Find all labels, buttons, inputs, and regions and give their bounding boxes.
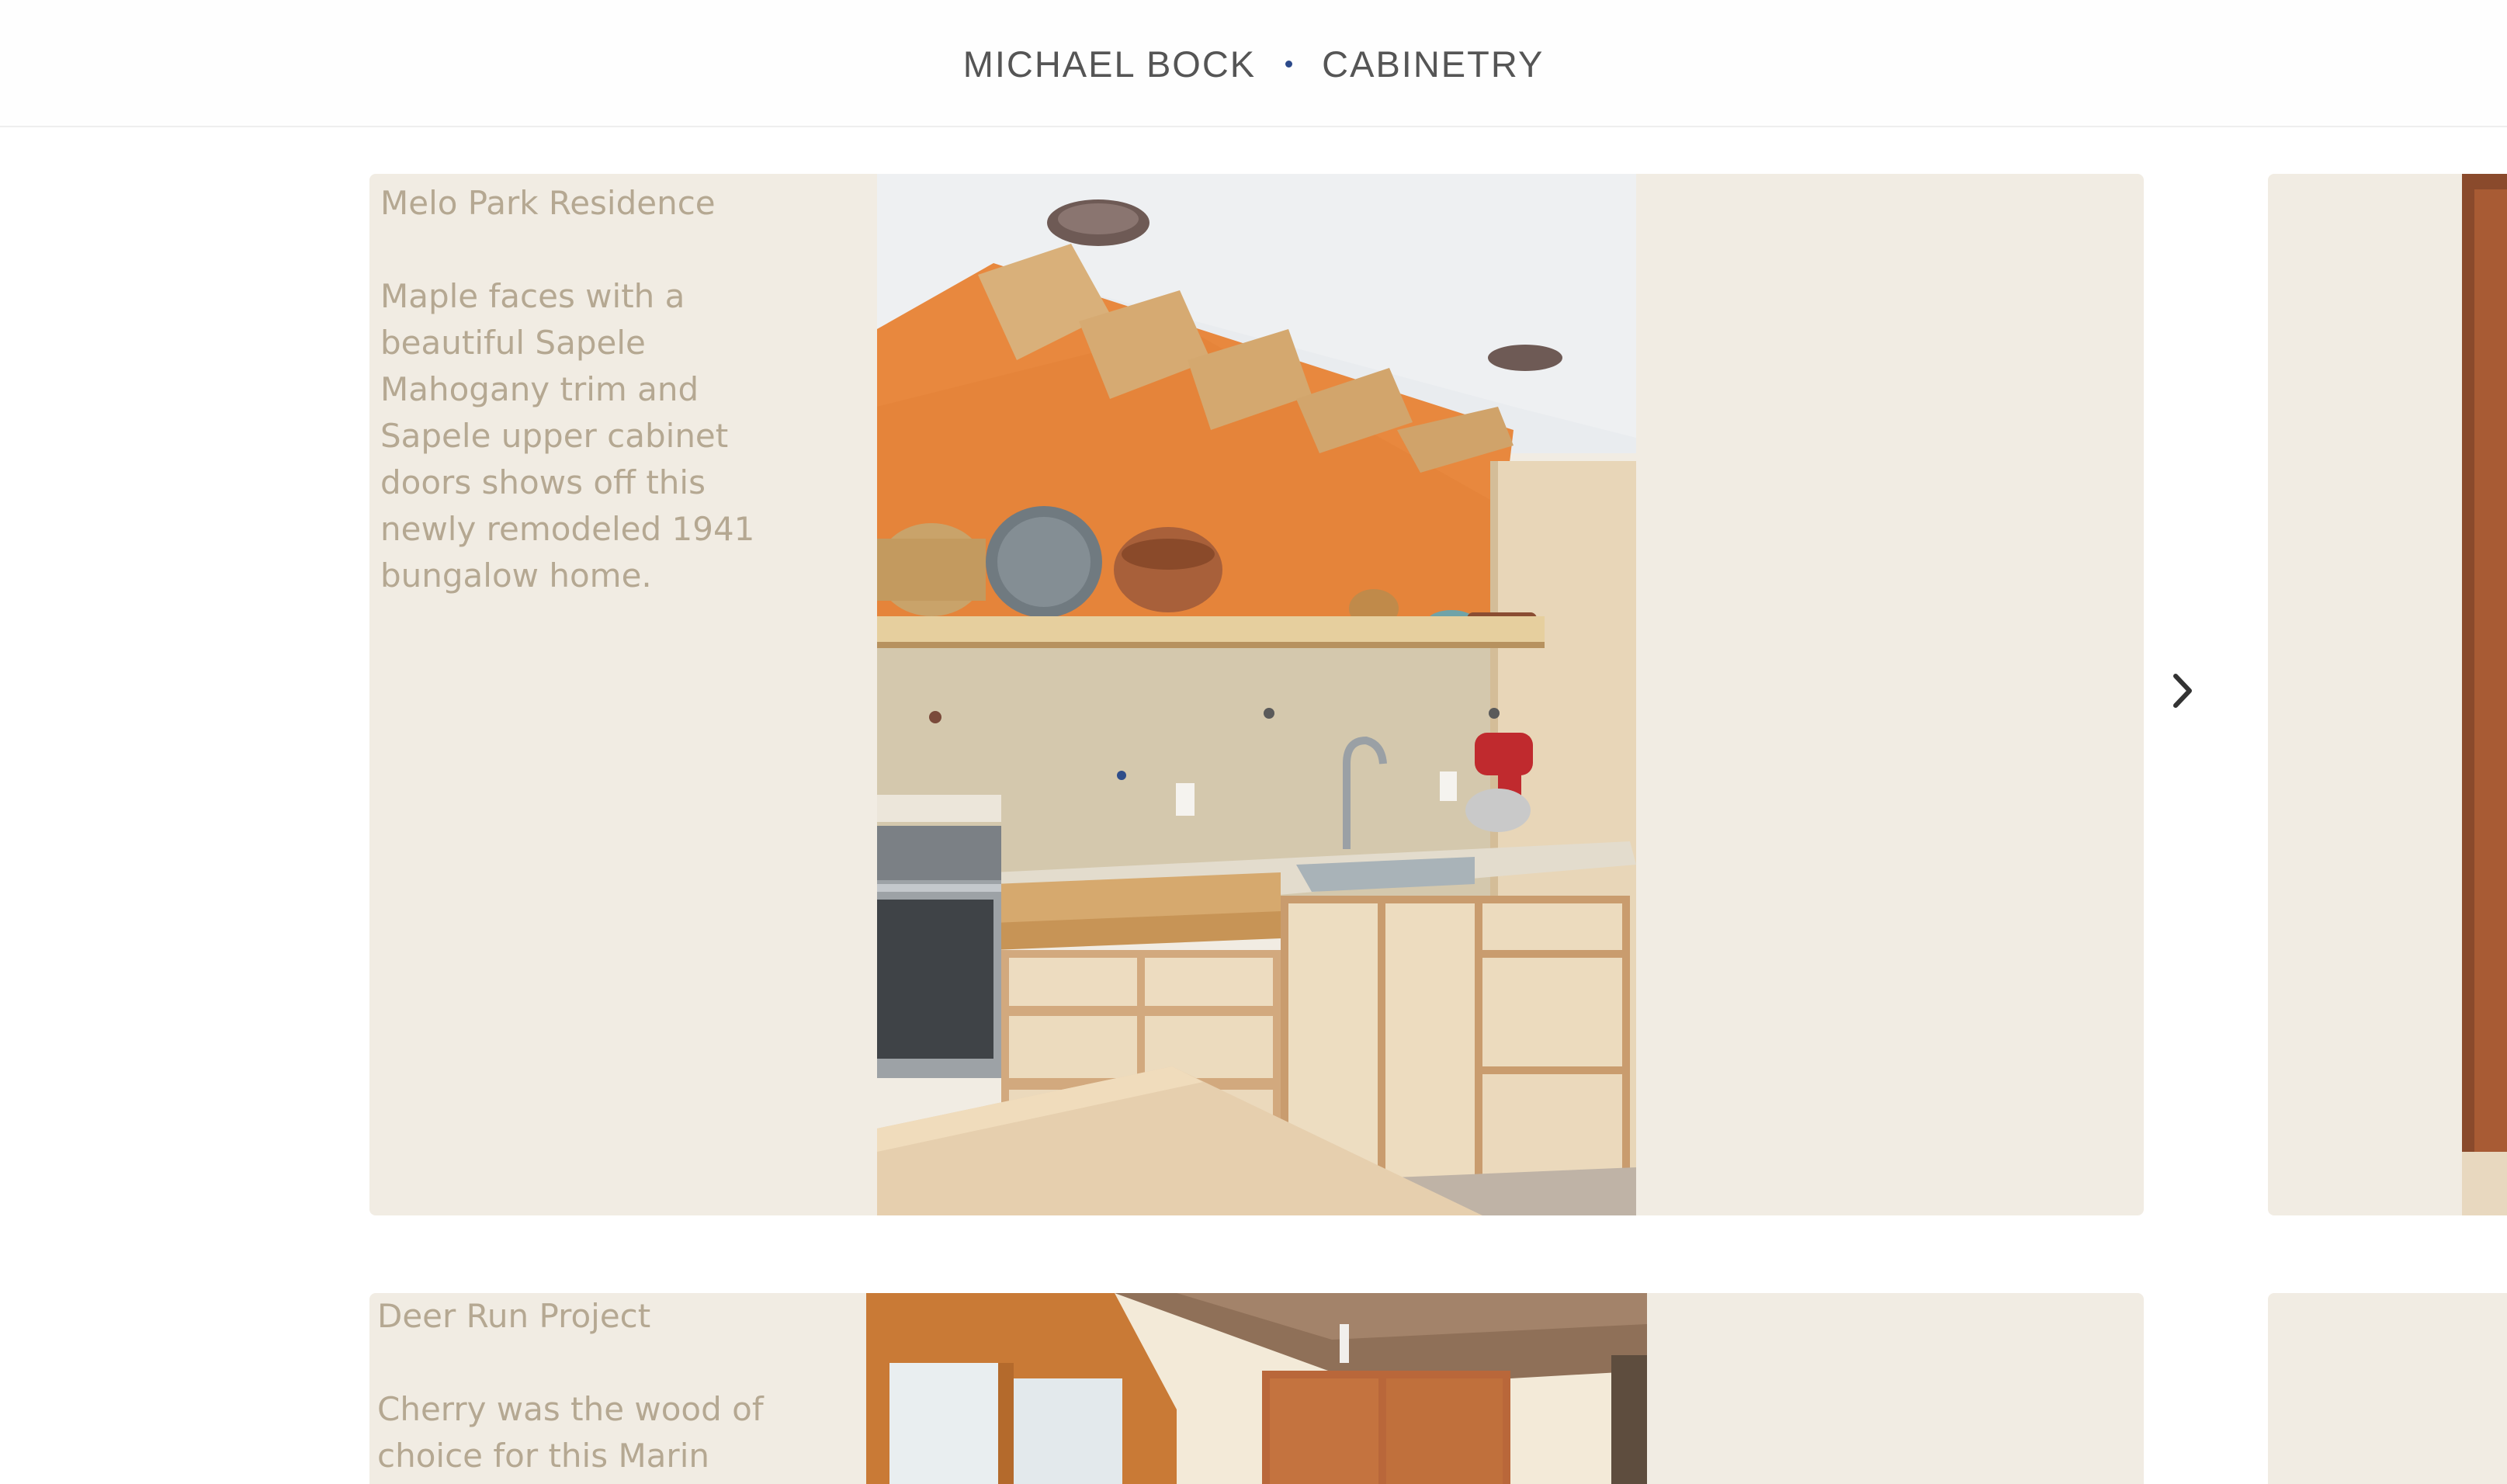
project-title: Melo Park Residence (380, 184, 716, 222)
next-slide-photo (2462, 174, 2507, 1215)
brand-subtitle: CABINETRY (1322, 43, 1545, 85)
site-header: MICHAEL BOCK CABINETRY (0, 0, 2507, 127)
brand-name: MICHAEL BOCK (962, 43, 1257, 85)
project-slide: Melo Park Residence Maple faces with a b… (369, 174, 2144, 1215)
project-description: Maple faces with a beautiful Sapele Maho… (380, 277, 755, 595)
chevron-right-icon (2173, 674, 2192, 708)
project-row-2: Deer Run Project Cherry was the wood of … (0, 1293, 2507, 1484)
next-slide-preview[interactable] (2268, 174, 2507, 1215)
cherry-kitchen-photo (866, 1293, 1647, 1484)
next-slide-button[interactable] (2165, 667, 2200, 714)
page: MICHAEL BOCK CABINETRY Melo Park Residen… (0, 0, 2507, 1484)
project-description: Cherry was the wood of choice for this M… (377, 1390, 764, 1475)
kitchen-photo (877, 174, 1636, 1215)
next-slide-preview[interactable] (2268, 1293, 2507, 1484)
project-caption: Deer Run Project Cherry was the wood of … (377, 1293, 781, 1479)
project-row-1: Melo Park Residence Maple faces with a b… (0, 174, 2507, 1215)
project-caption: Melo Park Residence Maple faces with a b… (380, 180, 784, 599)
project-slide: Deer Run Project Cherry was the wood of … (369, 1293, 2144, 1484)
brand-logo[interactable]: MICHAEL BOCK CABINETRY (963, 43, 1545, 85)
project-title: Deer Run Project (377, 1297, 651, 1335)
brand-separator-dot (1285, 60, 1293, 68)
